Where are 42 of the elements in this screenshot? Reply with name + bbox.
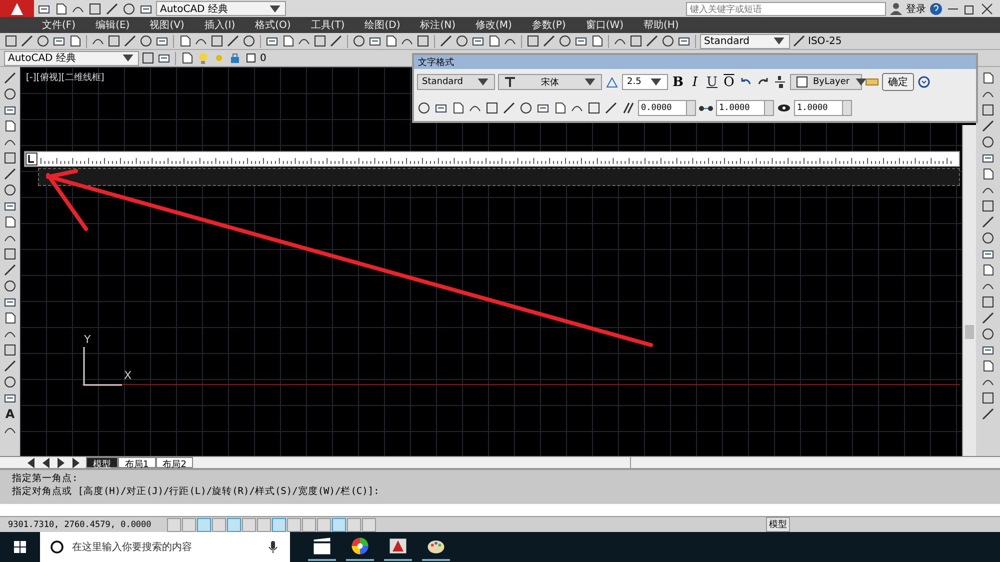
search-field[interactable]: 键入关键字或短语 (686, 2, 886, 16)
menu-item[interactable]: 窗口(W) (576, 18, 634, 32)
model-button[interactable]: 模型 (766, 517, 790, 532)
text-tool[interactable]: A (5, 407, 15, 421)
menu-item[interactable]: 编辑(E) (86, 18, 140, 32)
layer-name: 0 (260, 52, 266, 64)
layout-tab[interactable]: 布局1 (118, 457, 156, 468)
dim-style-label: ISO-25 (808, 36, 842, 46)
italic-button[interactable]: I (688, 74, 702, 90)
command-history-line: 指定第一角点: (12, 472, 79, 485)
layout-tab[interactable]: 模型 (86, 457, 118, 468)
tracking-field[interactable]: 1.0000 (716, 100, 774, 116)
menu-item[interactable]: 插入(I) (194, 18, 246, 32)
menu-item[interactable]: 修改(M) (466, 18, 522, 32)
style-dropdown[interactable]: Standard (417, 74, 495, 90)
menu-item[interactable]: 绘图(D) (354, 18, 410, 32)
ok-button[interactable]: 确定 (882, 73, 914, 91)
axis-label: Y (84, 333, 91, 346)
menu-item[interactable]: 文件(F) (32, 18, 86, 32)
toolbar-title: 文字格式 (414, 55, 976, 69)
coordinates: 9301.7310, 2760.4579, 0.0000 (8, 520, 152, 530)
font-dropdown[interactable]: 宋体 (498, 74, 602, 90)
overline-button[interactable]: O (722, 74, 736, 90)
layout-tab[interactable]: 布局2 (156, 457, 194, 468)
menu-item[interactable]: 视图(V) (140, 18, 194, 32)
taskbar-search[interactable]: 在这里输入你要搜索的内容 (40, 532, 290, 562)
menu-item[interactable]: 参数(P) (522, 18, 576, 32)
width-factor-field[interactable]: 1.0000 (794, 100, 852, 116)
menu-item[interactable]: 帮助(H) (634, 18, 689, 32)
command-history-line: 指定对角点或 [高度(H)/对正(J)/行距(L)/旋转(R)/样式(S)/宽度(W)/栏(C)]: (12, 485, 380, 498)
menu-item[interactable]: 工具(T) (300, 18, 355, 32)
underline-button[interactable]: U (705, 74, 719, 90)
login-link[interactable]: 登录 (906, 2, 926, 16)
bold-button[interactable]: B (671, 74, 685, 90)
menu-item[interactable]: 标注(N) (410, 18, 466, 32)
menu-item[interactable]: 格式(O) (245, 18, 301, 32)
height-field[interactable]: 2.5 (622, 74, 668, 90)
text-style-dropdown[interactable]: Standard (700, 34, 790, 48)
axis-label: X (124, 369, 132, 382)
workspace-dropdown[interactable]: AutoCAD 经典 (4, 50, 139, 66)
oblique-field[interactable]: 0.0000 (638, 100, 696, 116)
workspace-dropdown[interactable]: AutoCAD 经典 (156, 1, 286, 16)
